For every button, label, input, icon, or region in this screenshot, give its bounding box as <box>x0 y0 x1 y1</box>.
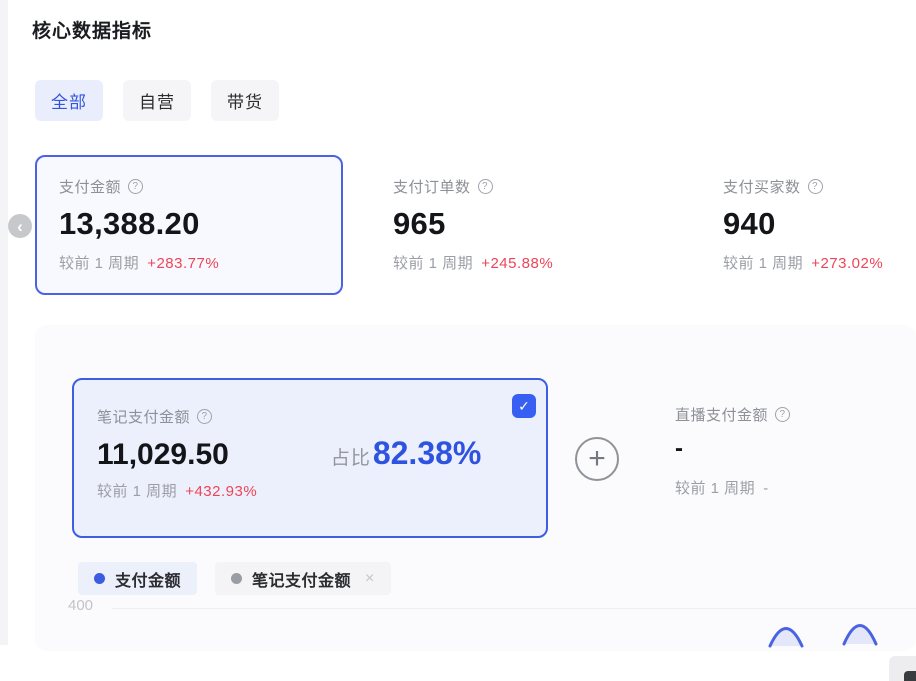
dashboard-screen: 核心数据指标 全部 自营 带货 ‹ 支付金额 ? 13,388.20 较前 1 … <box>0 0 916 681</box>
tab-all[interactable]: 全部 <box>35 80 103 121</box>
metric-compare-row: 较前 1 周期 +245.88% <box>393 252 683 273</box>
metric-label-row: 支付订单数 ? <box>393 176 683 197</box>
metric-compare-row: 较前 1 周期 +283.77% <box>59 252 319 273</box>
corner-widget-partial[interactable] <box>904 671 916 681</box>
metric-label: 支付买家数 <box>723 176 801 197</box>
breakdown-panel: ✓ 笔记支付金额 ? 11,029.50 占比 82.38% 较前 1 周期+4… <box>35 325 916 651</box>
metric-label: 支付订单数 <box>393 176 471 197</box>
compare-delta: +245.88% <box>481 255 553 272</box>
metric-card-pay-amount[interactable]: 支付金额 ? 13,388.20 较前 1 周期 +283.77% <box>35 155 343 295</box>
tab-affiliate[interactable]: 带货 <box>211 80 279 121</box>
compare-label: 较前 1 周期 <box>393 255 473 272</box>
compare-delta: +273.02% <box>811 255 883 272</box>
help-icon[interactable]: ? <box>128 179 143 194</box>
metric-label: 支付金额 <box>59 176 121 197</box>
line-chart-partial <box>35 325 916 651</box>
metric-value: 13,388.20 <box>59 206 319 242</box>
tab-bar: 全部 自营 带货 <box>35 80 279 121</box>
metric-value: 965 <box>393 206 683 242</box>
compare-delta: +283.77% <box>147 255 219 272</box>
metric-label-row: 支付金额 ? <box>59 176 319 197</box>
compare-label: 较前 1 周期 <box>59 255 139 272</box>
help-icon[interactable]: ? <box>808 179 823 194</box>
help-icon[interactable]: ? <box>478 179 493 194</box>
tab-self-operated[interactable]: 自营 <box>123 80 191 121</box>
metric-card-pay-buyers[interactable]: 支付买家数 ? 940 较前 1 周期 +273.02% <box>723 155 916 295</box>
metric-label-row: 支付买家数 ? <box>723 176 916 197</box>
page-title: 核心数据指标 <box>32 16 152 43</box>
metric-value: 940 <box>723 206 916 242</box>
chevron-left-icon: ‹ <box>17 218 23 235</box>
carousel-prev-button[interactable]: ‹ <box>8 214 32 238</box>
page-edge-strip <box>0 0 8 645</box>
metric-card-pay-orders[interactable]: 支付订单数 ? 965 较前 1 周期 +245.88% <box>393 155 683 295</box>
metric-compare-row: 较前 1 周期 +273.02% <box>723 252 916 273</box>
compare-label: 较前 1 周期 <box>723 255 803 272</box>
